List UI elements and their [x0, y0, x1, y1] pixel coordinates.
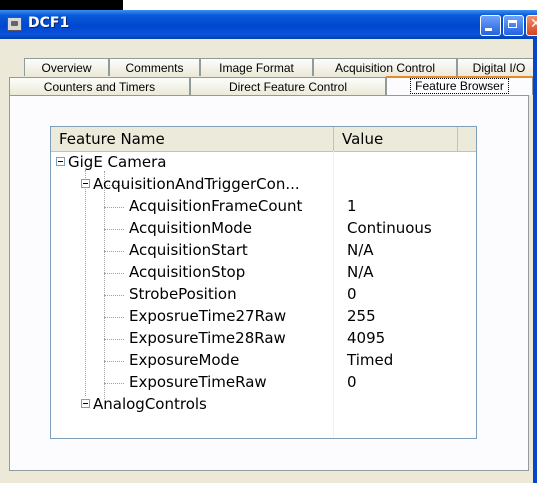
column-header-value[interactable]: Value — [334, 127, 458, 151]
tab-row-2: Counters and Timers Direct Feature Contr… — [0, 76, 537, 95]
feature-value: 0 — [347, 373, 357, 391]
close-icon: ✕ — [530, 16, 537, 32]
tree-row[interactable]: AcquisitionAndTriggerCon... — [51, 173, 460, 195]
feature-name: AcquisitionStart — [129, 241, 248, 259]
feature-name: GigE Camera — [68, 153, 167, 171]
tree-header: Feature Name Value — [51, 127, 476, 152]
feature-value: N/A — [347, 263, 374, 281]
feature-name: AcquisitionMode — [129, 219, 253, 237]
feature-value: Timed — [347, 351, 394, 369]
tab-comments[interactable]: Comments — [109, 58, 200, 76]
tab-acquisition-control[interactable]: Acquisition Control — [313, 58, 457, 76]
minimize-button[interactable] — [480, 15, 501, 36]
collapse-icon[interactable] — [81, 399, 90, 408]
collapse-icon[interactable] — [81, 179, 90, 188]
camera-app-icon — [7, 17, 22, 31]
tree-row[interactable]: AcquisitionFrameCount 1 — [51, 195, 460, 217]
tab-image-format[interactable]: Image Format — [200, 58, 313, 76]
tab-label: Image Format — [219, 61, 294, 75]
tree-row[interactable]: AcquisitionMode Continuous — [51, 217, 460, 239]
collapse-icon[interactable] — [56, 157, 65, 166]
feature-name: AcquisitionFrameCount — [129, 197, 303, 215]
window-title: DCF1 — [28, 15, 70, 31]
title-bar[interactable]: DCF1 ✕ — [0, 10, 537, 40]
feature-value: 255 — [347, 307, 376, 325]
tree-row[interactable]: ExposureTimeRaw 0 — [51, 371, 460, 393]
tab-overview[interactable]: Overview — [24, 58, 109, 76]
column-header-empty — [458, 127, 476, 151]
feature-name: ExposureMode — [129, 351, 240, 369]
tab-label: Direct Feature Control — [228, 80, 348, 94]
feature-value: 1 — [347, 197, 357, 215]
feature-value: 4095 — [347, 329, 386, 347]
maximize-button[interactable] — [503, 15, 524, 36]
feature-name: ExposrueTime27Raw — [129, 307, 287, 325]
feature-name: AcquisitionStop — [129, 263, 246, 281]
column-header-feature-name[interactable]: Feature Name — [51, 127, 334, 151]
tab-counters-and-timers[interactable]: Counters and Timers — [9, 77, 190, 95]
tab-label: Digital I/O — [472, 61, 526, 75]
tab-label: Overview — [41, 61, 92, 75]
feature-value: Continuous — [347, 219, 432, 237]
tab-label: Acquisition Control — [334, 61, 436, 75]
tab-direct-feature-control[interactable]: Direct Feature Control — [190, 77, 386, 95]
tab-row-1: Overview Comments Image Format Acquisiti… — [0, 58, 537, 77]
tree-row[interactable]: ExposureTime28Raw 4095 — [51, 327, 460, 349]
feature-name: AnalogControls — [93, 395, 207, 413]
tree-row[interactable]: StrobePosition 0 — [51, 283, 460, 305]
window-right-border — [533, 39, 537, 483]
tab-label: Counters and Timers — [43, 80, 156, 94]
feature-name: ExposureTime28Raw — [129, 329, 286, 347]
feature-value: 0 — [347, 285, 357, 303]
tree-row[interactable]: ExposureMode Timed — [51, 349, 460, 371]
tree-row[interactable]: GigE Camera — [51, 151, 460, 173]
feature-name: ExposureTimeRaw — [129, 373, 267, 391]
tab-digital-io[interactable]: Digital I/O — [457, 58, 537, 76]
feature-name: StrobePosition — [129, 285, 237, 303]
tree-row[interactable]: ExposrueTime27Raw 255 — [51, 305, 460, 327]
tab-label: Feature Browser — [410, 78, 509, 94]
tab-label: Comments — [125, 61, 184, 75]
feature-name: AcquisitionAndTriggerCon... — [93, 175, 300, 193]
tab-feature-browser[interactable]: Feature Browser — [386, 76, 533, 95]
feature-tree[interactable]: Feature Name Value GigE Camera Acquisiti… — [50, 126, 477, 439]
tree-row[interactable]: AcquisitionStop N/A — [51, 261, 460, 283]
close-button[interactable]: ✕ — [526, 15, 537, 36]
tree-row[interactable]: AcquisitionStart N/A — [51, 239, 460, 261]
tree-row[interactable]: AnalogControls — [51, 393, 460, 415]
feature-value: N/A — [347, 241, 374, 259]
top-black-strip — [0, 0, 123, 10]
